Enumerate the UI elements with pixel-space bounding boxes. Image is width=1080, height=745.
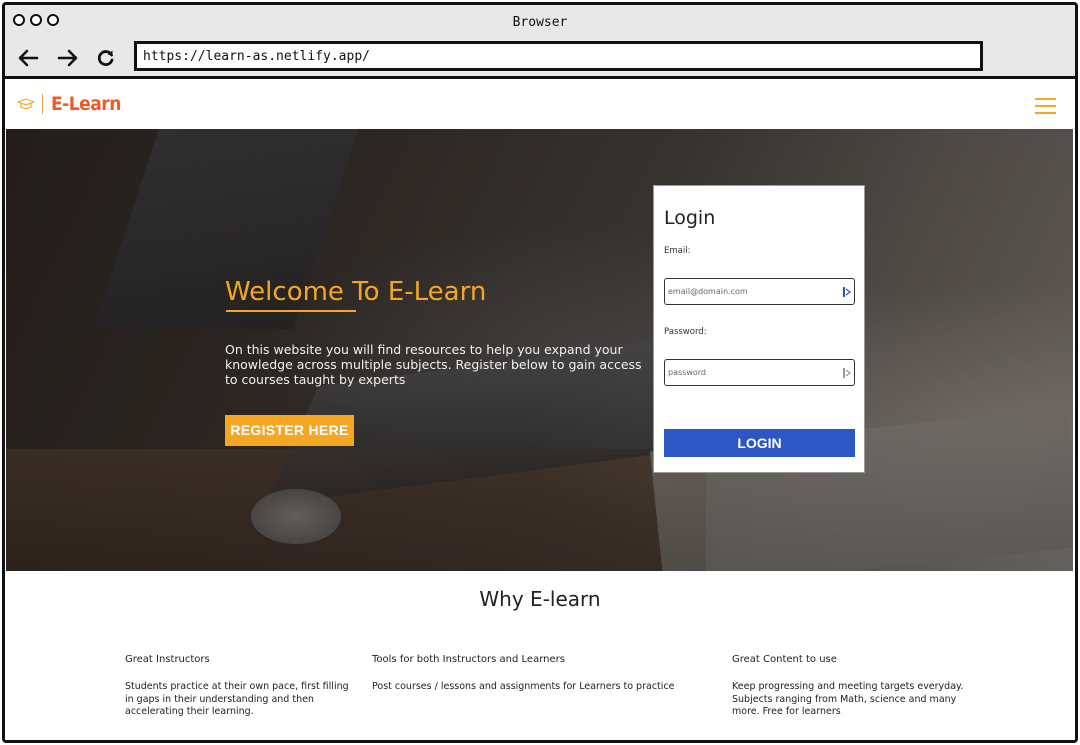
hero-description: On this website you will find resources … <box>225 342 642 387</box>
back-button[interactable] <box>15 45 41 71</box>
site-header: E-Learn <box>5 79 1075 129</box>
password-placeholder: password <box>668 368 706 377</box>
browser-window: Browser https://learn-as.netlify.app/ E-… <box>2 2 1078 743</box>
login-card: Login Email: email@domain.com Password: … <box>653 185 865 473</box>
autofill-key-icon[interactable] <box>842 286 851 298</box>
menu-bar <box>1035 98 1056 100</box>
menu-bar <box>1035 112 1056 114</box>
logo-text: E-Learn <box>51 93 121 115</box>
password-field[interactable]: password <box>664 359 855 386</box>
reload-icon <box>97 50 114 66</box>
hero-section: Welcome To E-Learn On this website you w… <box>6 129 1073 571</box>
feature-description: Post courses / lessons and assignments f… <box>372 681 675 692</box>
password-label: Password: <box>664 327 707 337</box>
feature-item: Great Content to use Keep progressing an… <box>732 654 967 719</box>
browser-title: Browser <box>512 15 568 30</box>
feature-description: Students practice at their own pace, fir… <box>125 681 349 717</box>
graduation-cap-icon <box>17 98 35 110</box>
autofill-key-icon[interactable] <box>842 367 851 379</box>
site-logo[interactable]: E-Learn <box>17 93 121 115</box>
hamburger-menu-icon[interactable] <box>1035 98 1056 114</box>
hero-heading: Welcome To E-Learn <box>225 277 487 307</box>
address-bar[interactable]: https://learn-as.netlify.app/ <box>134 41 983 71</box>
feature-title: Great Instructors <box>125 654 210 665</box>
logo-divider <box>42 94 43 114</box>
email-field[interactable]: email@domain.com <box>664 278 855 305</box>
email-label: Email: <box>664 246 691 256</box>
forward-button[interactable] <box>55 45 81 71</box>
browser-chrome: Browser https://learn-as.netlify.app/ <box>5 5 1075 79</box>
feature-item: Great Instructors Students practice at t… <box>125 654 355 719</box>
feature-title: Tools for both Instructors and Learners <box>372 654 565 665</box>
email-placeholder: email@domain.com <box>668 287 748 296</box>
why-section-title: Why E-learn <box>479 587 601 611</box>
register-button[interactable]: REGISTER HERE <box>225 415 354 446</box>
hero-heading-underline <box>226 310 356 312</box>
back-icon <box>18 49 39 67</box>
reload-button[interactable] <box>93 45 119 71</box>
login-button[interactable]: LOGIN <box>664 429 855 457</box>
feature-item: Tools for both Instructors and Learners … <box>372 654 692 694</box>
menu-bar <box>1035 105 1056 107</box>
forward-icon <box>57 49 78 67</box>
feature-title: Great Content to use <box>732 654 837 665</box>
login-title: Login <box>664 207 716 229</box>
feature-description: Keep progressing and meeting targets eve… <box>732 681 964 717</box>
